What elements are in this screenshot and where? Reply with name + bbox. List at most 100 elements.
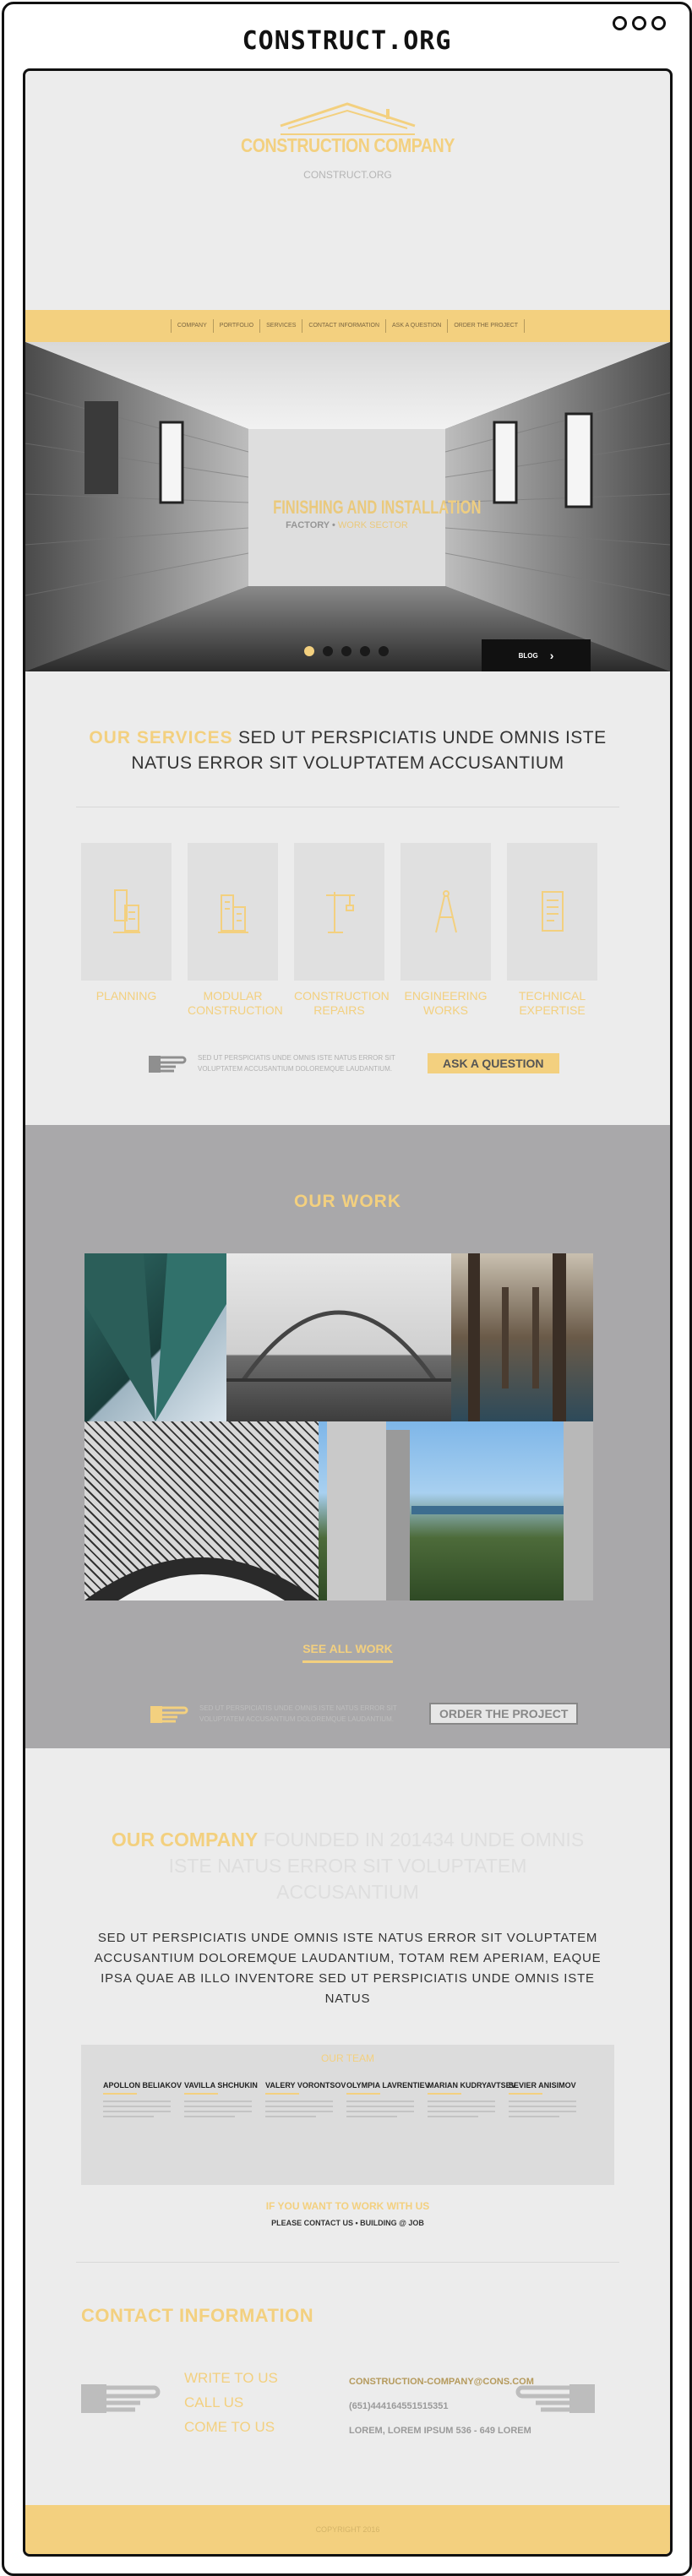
slider-dot-active[interactable] bbox=[304, 646, 314, 656]
contact-links: WRITE TO US CALL US COME TO US bbox=[184, 2366, 278, 2439]
logo-subtitle: CONSTRUCT.ORG bbox=[303, 169, 392, 181]
contact-phone[interactable]: (651)444164551515351 bbox=[349, 2394, 534, 2419]
service-card bbox=[188, 843, 278, 981]
team-member-name: MARIAN KUDRYAVTSEV bbox=[428, 2081, 516, 2090]
order-project-button[interactable]: ORDER THE PROJECT bbox=[429, 1703, 579, 1725]
slider-dot[interactable] bbox=[341, 646, 351, 656]
contact-title: CONTACT INFORMATION bbox=[81, 2305, 314, 2326]
hero-subtitle-highlight: WORK SECTOR bbox=[337, 520, 408, 530]
nav-item-portfolio[interactable]: PORTFOLIO bbox=[212, 319, 259, 333]
ask-question-button[interactable]: ASK A QUESTION bbox=[428, 1053, 559, 1073]
gallery-image-lattice-roof[interactable] bbox=[84, 1421, 319, 1600]
service-item-construction-repairs[interactable]: CONSTRUCTION REPAIRS bbox=[294, 843, 390, 1018]
logo-name: CONSTRUCTION COMPANY bbox=[241, 134, 455, 156]
team-member: OLYMPIA LAVRENTIEV bbox=[346, 2081, 430, 2121]
team-title: OUR TEAM bbox=[320, 2052, 375, 2064]
divider bbox=[76, 2262, 619, 2263]
service-card bbox=[81, 843, 172, 981]
see-all-work-link[interactable]: SEE ALL WORK bbox=[302, 1642, 393, 1663]
service-item-technical-expertise[interactable]: TECHNICAL EXPERTISE bbox=[507, 843, 597, 1018]
team-member-role-line bbox=[184, 2093, 218, 2095]
services-cta-text: SED UT PERSPICIATIS UNDE OMNIS ISTE NATU… bbox=[198, 1054, 395, 1073]
service-item-modular-construction[interactable]: MODULAR CONSTRUCTION bbox=[188, 843, 283, 1018]
team-member-bio bbox=[184, 2100, 265, 2117]
company-description: SED UT PERSPICIATIS UNDE OMNIS ISTE NATU… bbox=[94, 1931, 602, 2006]
window-control-dot[interactable] bbox=[613, 16, 627, 30]
towers-shape bbox=[327, 1421, 593, 1600]
lattice-dome bbox=[84, 1557, 319, 1600]
document-icon bbox=[541, 890, 564, 932]
nav-item-order-the-project[interactable]: ORDER THE PROJECT bbox=[447, 319, 526, 333]
team-member-role-line bbox=[428, 2093, 461, 2095]
team-list: APOLLON BELIAKOV VAVILLA SHCHUKIN VALERY… bbox=[81, 2081, 614, 2121]
team-member: SEVIER ANISIMOV bbox=[509, 2081, 590, 2121]
slider-pagination bbox=[304, 646, 389, 656]
slider-dot[interactable] bbox=[323, 646, 333, 656]
pier-shape bbox=[468, 1253, 566, 1421]
footer: COPYRIGHT 2016 bbox=[25, 2505, 670, 2554]
slider-dot[interactable] bbox=[379, 646, 389, 656]
write-to-us-link[interactable]: WRITE TO US bbox=[184, 2366, 278, 2390]
nav-item-ask-a-question[interactable]: ASK A QUESTION bbox=[385, 319, 447, 333]
team-panel: OUR TEAM APOLLON BELIAKOV VAVILLA SHCHUK… bbox=[81, 2045, 614, 2185]
modular-building-icon bbox=[217, 894, 248, 933]
hero-subtitle: FACTORY • WORK SECTOR bbox=[248, 520, 445, 530]
gallery-image-pier[interactable] bbox=[451, 1253, 593, 1421]
hero-subtitle-prefix: FACTORY • bbox=[286, 520, 335, 530]
team-member: VALERY VORONTSOV bbox=[265, 2081, 346, 2121]
gallery-image-tower-blocks[interactable] bbox=[319, 1421, 593, 1600]
planning-icon bbox=[112, 889, 140, 933]
pointing-hand-icon bbox=[149, 1056, 187, 1073]
blog-label: BLOG bbox=[518, 651, 538, 660]
service-label: ENGINEERING WORKS bbox=[404, 989, 488, 1017]
team-member-name: VALERY VORONTSOV bbox=[265, 2081, 346, 2090]
our-work-title: OUR WORK bbox=[294, 1192, 401, 1211]
service-label: TECHNICAL EXPERTISE bbox=[518, 989, 586, 1017]
service-item-engineering-works[interactable]: ENGINEERING WORKS bbox=[400, 843, 491, 1018]
services-heading: OUR SERVICES SED UT PERSPICIATIS UNDE OM… bbox=[76, 726, 619, 776]
services-title-highlight: OUR SERVICES bbox=[89, 728, 233, 747]
compass-icon bbox=[434, 889, 457, 932]
nav-item-contact-information[interactable]: CONTACT INFORMATION bbox=[302, 319, 385, 333]
slider-dot[interactable] bbox=[360, 646, 370, 656]
contact-us-line[interactable]: PLEASE CONTACT US • BUILDING @ JOB bbox=[25, 2219, 670, 2227]
team-member-name: VAVILLA SHCHUKIN bbox=[184, 2081, 258, 2090]
team-member-name: APOLLON BELIAKOV bbox=[103, 2081, 183, 2090]
nav-item-services[interactable]: SERVICES bbox=[259, 319, 302, 333]
work-cta-text: SED UT PERSPICIATIS UNDE OMNIS ISTE NATU… bbox=[199, 1704, 397, 1723]
house-roof-icon bbox=[280, 102, 416, 135]
contact-email[interactable]: CONSTRUCTION-COMPANY@CONS.COM bbox=[349, 2370, 534, 2394]
footer-copyright: COPYRIGHT 2016 bbox=[315, 2525, 380, 2534]
see-all-work[interactable]: SEE ALL WORK bbox=[25, 1642, 670, 1663]
gallery-image-bridge-underside[interactable] bbox=[84, 1253, 226, 1421]
hero-caption-box: FINISHING AND INSTALLATION FACTORY • WOR… bbox=[248, 429, 481, 586]
call-us-link[interactable]: CALL US bbox=[184, 2390, 278, 2415]
team-member: MARIAN KUDRYAVTSEV bbox=[428, 2081, 516, 2121]
window-control-dot[interactable] bbox=[632, 16, 646, 30]
window-title: CONSTRUCT.ORG bbox=[242, 26, 452, 56]
gallery-image-arch-bridge[interactable] bbox=[226, 1253, 451, 1421]
pointing-hand-icon bbox=[81, 2384, 161, 2413]
team-member-role-line bbox=[265, 2093, 299, 2095]
come-to-us-link[interactable]: COME TO US bbox=[184, 2415, 278, 2439]
web-page: CONSTRUCTION COMPANY CONSTRUCT.ORG COMPA… bbox=[23, 68, 673, 2557]
contact-details: CONSTRUCTION-COMPANY@CONS.COM (651)44416… bbox=[349, 2370, 534, 2443]
bridge-shape bbox=[84, 1253, 226, 1421]
team-member-role-line bbox=[346, 2093, 380, 2095]
team-member-bio bbox=[346, 2100, 428, 2117]
nav-item-company[interactable]: COMPANY bbox=[170, 319, 213, 333]
work-cta: SED UT PERSPICIATIS UNDE OMNIS ISTE NATU… bbox=[150, 1703, 579, 1725]
company-title-highlight: OUR COMPANY bbox=[111, 1829, 259, 1850]
team-member-name: SEVIER ANISIMOV bbox=[509, 2081, 576, 2090]
company-heading: OUR COMPANY FOUNDED IN 201434 UNDE OMNIS… bbox=[101, 1827, 594, 1905]
service-item-planning[interactable]: PLANNING bbox=[81, 843, 172, 1018]
team-member: VAVILLA SHCHUKIN bbox=[184, 2081, 265, 2121]
team-member-bio bbox=[509, 2100, 590, 2117]
blog-button[interactable]: BLOG › bbox=[482, 639, 591, 671]
window-control-dot[interactable] bbox=[651, 16, 666, 30]
team-member-role-line bbox=[103, 2093, 137, 2095]
service-card bbox=[507, 843, 597, 981]
hero-slider[interactable]: FINISHING AND INSTALLATION FACTORY • WOR… bbox=[25, 342, 670, 671]
team-member-role-line bbox=[509, 2093, 542, 2095]
site-logo[interactable]: CONSTRUCTION COMPANY CONSTRUCT.ORG bbox=[25, 101, 670, 181]
